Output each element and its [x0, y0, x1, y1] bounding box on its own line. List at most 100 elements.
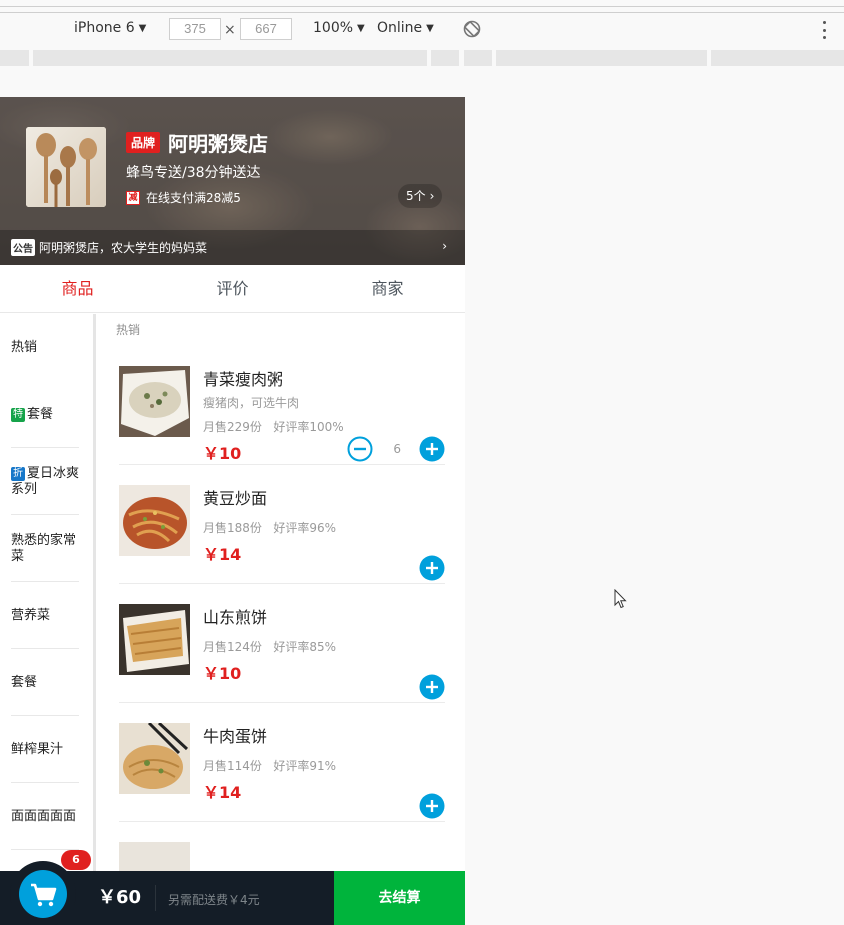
add-button[interactable] — [419, 793, 445, 819]
device-label: iPhone 6 — [74, 20, 135, 36]
food-item[interactable]: 山东煎饼 月售124份 好评率85% ￥10 — [119, 584, 445, 703]
delivery-fee: 另需配送费￥4元 — [168, 893, 260, 907]
discount-icon: 折 — [11, 466, 25, 481]
notice-bar[interactable]: 公告 阿明粥煲店，农大学生的妈妈菜 › — [0, 230, 465, 265]
pancake-image — [119, 604, 190, 675]
cart-count-badge: 6 — [61, 850, 91, 870]
checkout-button[interactable]: 去结算 — [334, 871, 465, 925]
brand-badge: 品牌 — [126, 132, 161, 153]
menu-item-label: 套餐 — [11, 674, 38, 690]
promo-count-label: 5个 — [406, 189, 426, 203]
add-button[interactable] — [419, 555, 445, 581]
shop-header: 品牌 阿明粥煲店 蜂鸟专送/38分钟送达 减 在线支付满28减5 5个 › 公告… — [0, 97, 465, 265]
menu-item-nutrition[interactable]: 营养菜 — [0, 582, 93, 649]
decrease-button[interactable] — [347, 436, 373, 462]
menu-item-set-meal[interactable]: 特套餐 — [0, 381, 93, 448]
shop-title-row: 品牌 阿明粥煲店 — [126, 128, 268, 157]
food-name: 黄豆炒面 — [203, 489, 268, 508]
more-options-icon[interactable] — [818, 20, 830, 40]
network-select[interactable]: Online ▼ — [377, 20, 434, 36]
tab-seller[interactable]: 商家 — [310, 265, 465, 312]
food-price: ￥10 — [203, 664, 242, 683]
zoom-select[interactable]: 100% ▼ — [313, 20, 365, 36]
tab-bar: 商品 评价 商家 — [0, 265, 465, 313]
menu-item-set-meal-2[interactable]: 套餐 — [0, 649, 93, 716]
menu-item-label: 热销 — [11, 339, 38, 355]
network-label: Online — [377, 20, 423, 36]
food-desc: 瘦猪肉，可选牛肉 — [203, 396, 300, 410]
shopping-cart-icon — [31, 883, 57, 907]
food-stats: 月售188份 好评率96% — [203, 521, 337, 535]
menu-item-label: 折夏日冰爽系列 — [11, 465, 80, 497]
food-name: 山东煎饼 — [203, 608, 268, 627]
menu-item-noodles[interactable]: 面面面面面 — [0, 783, 93, 850]
food-list: 热销 青菜瘦肉粥 瘦猪肉，可选牛肉 月售229份 好评率100% ￥10 6 黄… — [99, 314, 465, 874]
caret-down-icon: ▼ — [138, 22, 147, 34]
width-input[interactable]: 375 — [169, 18, 221, 40]
notice-text: 阿明粥煲店，农大学生的妈妈菜 — [39, 241, 208, 255]
tab-ratings[interactable]: 评价 — [155, 265, 310, 312]
shopcart-bar: 6 ￥60 另需配送费￥4元 去结算 — [0, 850, 465, 925]
menu-item-summer[interactable]: 折夏日冰爽系列 — [0, 448, 93, 515]
media-query-bar — [0, 48, 844, 68]
tab-goods[interactable]: 商品 — [0, 265, 155, 312]
food-price: ￥10 — [203, 444, 242, 463]
menu-item-hot[interactable]: 热销 — [0, 314, 93, 381]
menu-item-juice[interactable]: 鲜榨果汁 — [0, 716, 93, 783]
food-image — [119, 485, 190, 556]
shop-avatar — [26, 127, 106, 207]
food-image — [119, 723, 190, 794]
cart-button[interactable]: 6 — [10, 850, 91, 925]
wooden-spoons-image — [26, 127, 106, 207]
height-input[interactable]: 667 — [240, 18, 292, 40]
notice-tag: 公告 — [11, 239, 35, 256]
fried-noodles-image — [119, 485, 190, 556]
menu-item-label: 熟悉的家常菜 — [11, 532, 77, 564]
add-button[interactable] — [419, 436, 445, 462]
device-select[interactable]: iPhone 6 ▼ — [74, 20, 146, 36]
times-icon: × — [224, 22, 236, 38]
zoom-label: 100% — [313, 20, 354, 36]
cart-total-price: ￥60 — [98, 885, 157, 911]
food-price: ￥14 — [203, 545, 242, 564]
promo-text: 在线支付满28减5 — [146, 191, 241, 205]
item-count: 6 — [393, 442, 401, 456]
rotate-icon[interactable] — [462, 19, 482, 39]
delivery-info: 蜂鸟专送/38分钟送达 — [126, 165, 261, 181]
food-name: 牛肉蛋饼 — [203, 727, 268, 746]
discount-icon: 减 — [126, 190, 140, 205]
food-image — [119, 604, 190, 675]
phone-viewport: 品牌 阿明粥煲店 蜂鸟专送/38分钟送达 减 在线支付满28减5 5个 › 公告… — [0, 97, 465, 925]
food-image — [119, 366, 190, 437]
food-item[interactable]: 青菜瘦肉粥 瘦猪肉，可选牛肉 月售229份 好评率100% ￥10 6 — [119, 346, 445, 465]
food-item[interactable]: 黄豆炒面 月售188份 好评率96% ￥14 — [119, 465, 445, 584]
caret-down-icon: ▼ — [357, 22, 365, 34]
menu-item-label: 营养菜 — [11, 607, 51, 623]
promo-count-button[interactable]: 5个 › — [398, 184, 443, 208]
food-stats: 月售229份 好评率100% — [203, 420, 344, 434]
devtools-toolbar: iPhone 6 ▼ 375 × 667 100% ▼ Online ▼ — [0, 0, 844, 48]
mouse-cursor-icon — [614, 589, 627, 609]
food-stats: 月售124份 好评率85% — [203, 640, 337, 654]
food-stats: 月售114份 好评率91% — [203, 759, 337, 773]
category-menu: 热销 特套餐 折夏日冰爽系列 熟悉的家常菜 营养菜 套餐 鲜榨果汁 面面面面面 — [0, 314, 96, 917]
food-name: 青菜瘦肉粥 — [203, 370, 284, 389]
menu-item-home-dishes[interactable]: 熟悉的家常菜 — [0, 515, 93, 582]
food-image — [119, 842, 190, 874]
food-item[interactable]: 牛肉蛋饼 月售114份 好评率91% ￥14 — [119, 703, 445, 822]
chevron-right-icon: › — [442, 239, 447, 253]
food-price: ￥14 — [203, 783, 242, 802]
food-item-partial — [119, 822, 445, 874]
egg-pancake-image — [119, 723, 190, 794]
add-button[interactable] — [419, 674, 445, 700]
menu-item-label: 鲜榨果汁 — [11, 741, 64, 757]
chevron-right-icon: › — [429, 189, 435, 203]
toolbar-border — [0, 12, 844, 13]
promo-row: 减 在线支付满28减5 — [126, 189, 241, 206]
porridge-image — [119, 366, 190, 437]
caret-down-icon: ▼ — [426, 22, 434, 34]
toolbar-border — [0, 6, 844, 7]
menu-item-label: 面面面面面 — [11, 808, 77, 824]
special-icon: 特 — [11, 407, 25, 422]
menu-item-label: 特套餐 — [11, 406, 54, 422]
